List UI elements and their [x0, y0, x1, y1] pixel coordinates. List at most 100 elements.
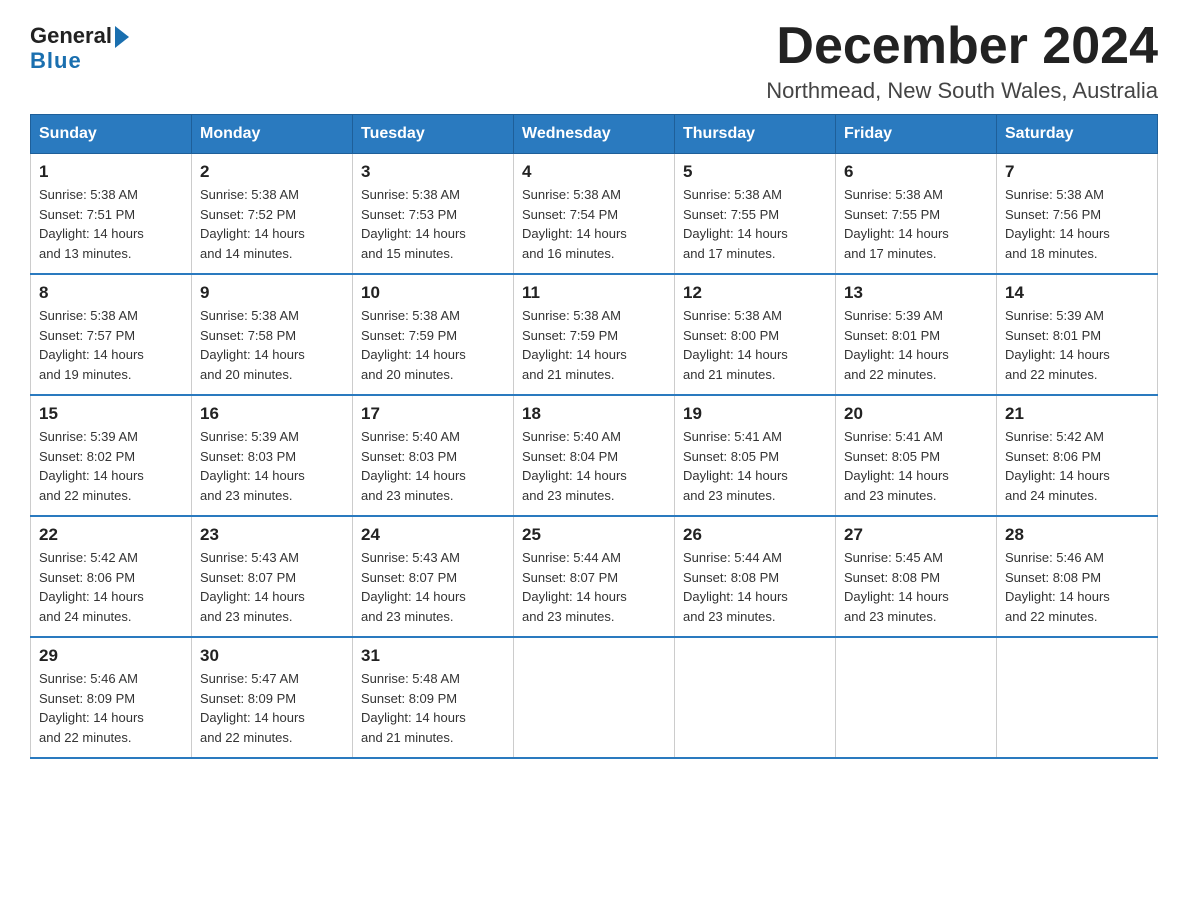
day-number: 16 [200, 404, 344, 424]
day-number: 5 [683, 162, 827, 182]
calendar-cell: 4 Sunrise: 5:38 AMSunset: 7:54 PMDaylight… [514, 154, 675, 275]
weekday-header-sunday: Sunday [31, 115, 192, 154]
day-info: Sunrise: 5:41 AMSunset: 8:05 PMDaylight:… [844, 427, 988, 505]
day-number: 6 [844, 162, 988, 182]
calendar-cell [514, 637, 675, 758]
calendar-cell: 30Sunrise: 5:47 AMSunset: 8:09 PMDayligh… [192, 637, 353, 758]
day-info: Sunrise: 5:38 AMSunset: 8:00 PMDaylight:… [683, 306, 827, 384]
day-number: 28 [1005, 525, 1149, 545]
day-number: 2 [200, 162, 344, 182]
weekday-header-tuesday: Tuesday [353, 115, 514, 154]
weekday-header-monday: Monday [192, 115, 353, 154]
day-info: Sunrise: 5:38 AMSunset: 7:54 PMDaylight:… [522, 185, 666, 263]
calendar-cell: 27 Sunrise: 5:45 AMSunset: 8:08 PMDayligh… [836, 516, 997, 637]
day-info: Sunrise: 5:39 AMSunset: 8:01 PMDaylight:… [844, 306, 988, 384]
calendar-cell [675, 637, 836, 758]
day-number: 29 [39, 646, 183, 666]
calendar-cell: 8 Sunrise: 5:38 AMSunset: 7:57 PMDaylight… [31, 274, 192, 395]
day-number: 11 [522, 283, 666, 303]
day-number: 31 [361, 646, 505, 666]
calendar-cell [836, 637, 997, 758]
day-number: 26 [683, 525, 827, 545]
day-number: 17 [361, 404, 505, 424]
calendar-cell: 14Sunrise: 5:39 AMSunset: 8:01 PMDayligh… [997, 274, 1158, 395]
calendar-week-row: 1 Sunrise: 5:38 AMSunset: 7:51 PMDaylight… [31, 154, 1158, 275]
day-info: Sunrise: 5:46 AMSunset: 8:08 PMDaylight:… [1005, 548, 1149, 626]
day-number: 14 [1005, 283, 1149, 303]
day-number: 23 [200, 525, 344, 545]
calendar-cell: 28 Sunrise: 5:46 AMSunset: 8:08 PMDayligh… [997, 516, 1158, 637]
day-info: Sunrise: 5:43 AMSunset: 8:07 PMDaylight:… [200, 548, 344, 626]
calendar-cell: 3 Sunrise: 5:38 AMSunset: 7:53 PMDaylight… [353, 154, 514, 275]
weekday-header-thursday: Thursday [675, 115, 836, 154]
calendar-cell: 7 Sunrise: 5:38 AMSunset: 7:56 PMDaylight… [997, 154, 1158, 275]
day-number: 7 [1005, 162, 1149, 182]
calendar-week-row: 15 Sunrise: 5:39 AMSunset: 8:02 PMDayligh… [31, 395, 1158, 516]
day-info: Sunrise: 5:38 AMSunset: 7:51 PMDaylight:… [39, 185, 183, 263]
calendar-cell: 9Sunrise: 5:38 AMSunset: 7:58 PMDaylight… [192, 274, 353, 395]
calendar-cell: 15 Sunrise: 5:39 AMSunset: 8:02 PMDayligh… [31, 395, 192, 516]
calendar-cell: 12Sunrise: 5:38 AMSunset: 8:00 PMDayligh… [675, 274, 836, 395]
page-header: General Blue December 2024 Northmead, Ne… [30, 20, 1158, 104]
calendar-cell: 22 Sunrise: 5:42 AMSunset: 8:06 PMDayligh… [31, 516, 192, 637]
weekday-header-saturday: Saturday [997, 115, 1158, 154]
day-info: Sunrise: 5:38 AMSunset: 7:58 PMDaylight:… [200, 306, 344, 384]
day-number: 20 [844, 404, 988, 424]
day-info: Sunrise: 5:48 AMSunset: 8:09 PMDaylight:… [361, 669, 505, 747]
day-number: 22 [39, 525, 183, 545]
calendar-cell: 31 Sunrise: 5:48 AMSunset: 8:09 PMDayligh… [353, 637, 514, 758]
day-number: 24 [361, 525, 505, 545]
calendar-cell: 16Sunrise: 5:39 AMSunset: 8:03 PMDayligh… [192, 395, 353, 516]
calendar-cell: 21 Sunrise: 5:42 AMSunset: 8:06 PMDayligh… [997, 395, 1158, 516]
day-info: Sunrise: 5:38 AMSunset: 7:57 PMDaylight:… [39, 306, 183, 384]
day-info: Sunrise: 5:38 AMSunset: 7:52 PMDaylight:… [200, 185, 344, 263]
calendar-cell: 10Sunrise: 5:38 AMSunset: 7:59 PMDayligh… [353, 274, 514, 395]
day-info: Sunrise: 5:45 AMSunset: 8:08 PMDaylight:… [844, 548, 988, 626]
day-info: Sunrise: 5:44 AMSunset: 8:07 PMDaylight:… [522, 548, 666, 626]
weekday-header-wednesday: Wednesday [514, 115, 675, 154]
month-year: December 2024 [766, 20, 1158, 72]
calendar-cell: 18 Sunrise: 5:40 AMSunset: 8:04 PMDayligh… [514, 395, 675, 516]
day-info: Sunrise: 5:44 AMSunset: 8:08 PMDaylight:… [683, 548, 827, 626]
calendar-cell: 20 Sunrise: 5:41 AMSunset: 8:05 PMDayligh… [836, 395, 997, 516]
day-info: Sunrise: 5:40 AMSunset: 8:03 PMDaylight:… [361, 427, 505, 505]
day-number: 4 [522, 162, 666, 182]
day-info: Sunrise: 5:42 AMSunset: 8:06 PMDaylight:… [39, 548, 183, 626]
day-number: 3 [361, 162, 505, 182]
day-number: 13 [844, 283, 988, 303]
calendar-week-row: 29 Sunrise: 5:46 AMSunset: 8:09 PMDayligh… [31, 637, 1158, 758]
calendar-week-row: 22 Sunrise: 5:42 AMSunset: 8:06 PMDayligh… [31, 516, 1158, 637]
day-info: Sunrise: 5:41 AMSunset: 8:05 PMDaylight:… [683, 427, 827, 505]
logo: General Blue [30, 20, 129, 74]
day-number: 18 [522, 404, 666, 424]
calendar-cell: 6Sunrise: 5:38 AMSunset: 7:55 PMDaylight… [836, 154, 997, 275]
calendar-table: SundayMondayTuesdayWednesdayThursdayFrid… [30, 114, 1158, 759]
day-info: Sunrise: 5:38 AMSunset: 7:55 PMDaylight:… [683, 185, 827, 263]
calendar-cell: 17 Sunrise: 5:40 AMSunset: 8:03 PMDayligh… [353, 395, 514, 516]
calendar-cell: 23 Sunrise: 5:43 AMSunset: 8:07 PMDayligh… [192, 516, 353, 637]
day-info: Sunrise: 5:38 AMSunset: 7:59 PMDaylight:… [522, 306, 666, 384]
location: Northmead, New South Wales, Australia [766, 78, 1158, 104]
day-number: 30 [200, 646, 344, 666]
calendar-cell: 19Sunrise: 5:41 AMSunset: 8:05 PMDayligh… [675, 395, 836, 516]
day-info: Sunrise: 5:46 AMSunset: 8:09 PMDaylight:… [39, 669, 183, 747]
day-number: 27 [844, 525, 988, 545]
calendar-cell: 11 Sunrise: 5:38 AMSunset: 7:59 PMDayligh… [514, 274, 675, 395]
day-number: 15 [39, 404, 183, 424]
day-info: Sunrise: 5:38 AMSunset: 7:53 PMDaylight:… [361, 185, 505, 263]
day-info: Sunrise: 5:39 AMSunset: 8:02 PMDaylight:… [39, 427, 183, 505]
day-info: Sunrise: 5:42 AMSunset: 8:06 PMDaylight:… [1005, 427, 1149, 505]
calendar-cell: 2 Sunrise: 5:38 AMSunset: 7:52 PMDaylight… [192, 154, 353, 275]
day-info: Sunrise: 5:38 AMSunset: 7:56 PMDaylight:… [1005, 185, 1149, 263]
day-number: 8 [39, 283, 183, 303]
calendar-cell: 5 Sunrise: 5:38 AMSunset: 7:55 PMDaylight… [675, 154, 836, 275]
calendar-cell [997, 637, 1158, 758]
calendar-cell: 26 Sunrise: 5:44 AMSunset: 8:08 PMDayligh… [675, 516, 836, 637]
day-number: 1 [39, 162, 183, 182]
weekday-header-friday: Friday [836, 115, 997, 154]
day-info: Sunrise: 5:38 AMSunset: 7:59 PMDaylight:… [361, 306, 505, 384]
day-number: 21 [1005, 404, 1149, 424]
day-number: 25 [522, 525, 666, 545]
day-info: Sunrise: 5:40 AMSunset: 8:04 PMDaylight:… [522, 427, 666, 505]
calendar-cell: 24Sunrise: 5:43 AMSunset: 8:07 PMDayligh… [353, 516, 514, 637]
